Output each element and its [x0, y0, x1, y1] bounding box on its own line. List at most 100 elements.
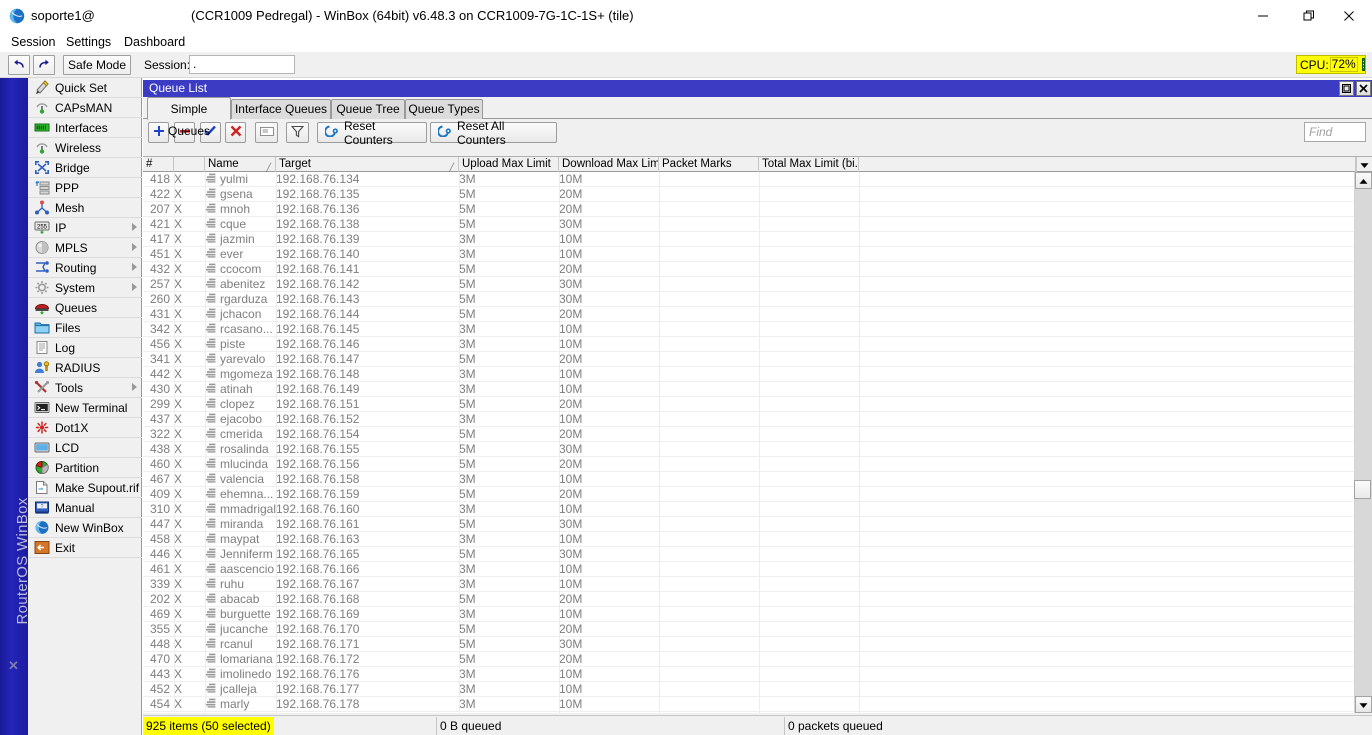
table-row[interactable]: 448Xrcanul192.168.76.1715M30M [143, 637, 1354, 652]
sidebar-item-new-winbox[interactable]: New WinBox [28, 518, 142, 538]
sidebar-item-bridge[interactable]: Bridge [28, 158, 142, 178]
sidebar-item-interfaces[interactable]: Interfaces [28, 118, 142, 138]
sidebar-item-new-terminal[interactable]: New Terminal [28, 398, 142, 418]
table-row[interactable]: 437Xejacobo192.168.76.1523M10M [143, 412, 1354, 427]
table-row[interactable]: 421Xcque192.168.76.1385M30M [143, 217, 1354, 232]
scrollbar-track[interactable] [1355, 189, 1372, 696]
table-row[interactable]: 422Xgsena192.168.76.1355M20M [143, 187, 1354, 202]
table-row[interactable]: 310Xmmadrigal192.168.76.1603M10M [143, 502, 1354, 517]
column-header-target[interactable]: Target╱ [276, 157, 459, 172]
table-row[interactable]: 257Xabenitez192.168.76.1425M30M [143, 277, 1354, 292]
sidebar-item-log[interactable]: Log [28, 338, 142, 358]
column-chooser-button[interactable] [1356, 157, 1372, 172]
column-header-marks[interactable]: Packet Marks [659, 157, 759, 172]
sidebar-item-files[interactable]: Files [28, 318, 142, 338]
table-row[interactable]: 446XJenniferm192.168.76.1655M30M [143, 547, 1354, 562]
table-row[interactable]: 469Xburguette192.168.76.1693M10M [143, 607, 1354, 622]
session-input[interactable]: . [189, 55, 295, 74]
sidebar-item-manual[interactable]: ?Manual [28, 498, 142, 518]
column-header-flag[interactable] [174, 157, 205, 172]
table-row[interactable]: 355Xjucanche192.168.76.1705M20M [143, 622, 1354, 637]
sidebar-item-capsman[interactable]: CAPsMAN [28, 98, 142, 118]
scroll-down-button[interactable] [1355, 696, 1372, 713]
sidebar-item-tools[interactable]: Tools [28, 378, 142, 398]
vertical-scrollbar[interactable] [1354, 172, 1372, 713]
queue-window-close-button[interactable] [1356, 81, 1371, 96]
row-total-max-limit [759, 187, 879, 202]
table-row[interactable]: 431Xjchacon192.168.76.1445M20M [143, 307, 1354, 322]
table-row[interactable]: 299Xclopez192.168.76.1515M20M [143, 397, 1354, 412]
column-header-num[interactable]: # [143, 157, 174, 172]
tab-interface-queues[interactable]: Interface Queues [231, 99, 331, 119]
table-row[interactable]: 339Xruhu192.168.76.1673M10M [143, 577, 1354, 592]
sidebar-item-lcd[interactable]: LCD [28, 438, 142, 458]
sidebar-item-dot1x[interactable]: Dot1X [28, 418, 142, 438]
tab-queue-types[interactable]: Queue Types [405, 99, 483, 119]
scrollbar-thumb[interactable] [1354, 480, 1371, 499]
table-row[interactable]: 417Xjazmin192.168.76.1393M10M [143, 232, 1354, 247]
sidebar-item-mesh[interactable]: Mesh [28, 198, 142, 218]
sidebar-item-exit[interactable]: Exit [28, 538, 142, 558]
table-row[interactable]: 409Xehemna...192.168.76.1595M20M [143, 487, 1354, 502]
disable-button[interactable] [225, 122, 246, 143]
redo-button[interactable] [33, 55, 55, 75]
sidebar-item-routing[interactable]: Routing [28, 258, 142, 278]
sidebar-item-ip[interactable]: 255IP [28, 218, 142, 238]
table-row[interactable]: 202Xabacab192.168.76.1685M20M [143, 592, 1354, 607]
sidebar-item-radius[interactable]: RADIUS [28, 358, 142, 378]
sidebar-item-partition[interactable]: Partition [28, 458, 142, 478]
table-row[interactable]: 430Xatinah192.168.76.1493M10M [143, 382, 1354, 397]
table-row[interactable]: 443Ximolinedo192.168.76.1763M10M [143, 667, 1354, 682]
filter-button[interactable] [286, 122, 309, 143]
table-row[interactable]: 470Xlomariana192.168.76.1725M20M [143, 652, 1354, 667]
sidebar-item-wireless[interactable]: Wireless [28, 138, 142, 158]
sidebar-item-mpls[interactable]: MPLS [28, 238, 142, 258]
reset-counters-button[interactable]: Reset Counters [317, 122, 427, 143]
sidebar-item-system[interactable]: System [28, 278, 142, 298]
column-header-upload[interactable]: Upload Max Limit [459, 157, 559, 172]
column-header-name[interactable]: Name╱ [205, 157, 276, 172]
row-upload-max-limit: 3M [459, 172, 555, 187]
table-row[interactable]: 447Xmiranda192.168.76.1615M30M [143, 517, 1354, 532]
table-row[interactable]: 456Xpiste192.168.76.1463M10M [143, 337, 1354, 352]
rail-collapse-icon[interactable]: ✕ [8, 658, 19, 674]
table-row[interactable]: 467Xvalencia192.168.76.1583M10M [143, 472, 1354, 487]
sidebar-item-make-supout-rif[interactable]: Make Supout.rif [28, 478, 142, 498]
tab-simple-queues[interactable]: Simple Queues [147, 97, 231, 120]
menu-session[interactable]: Session [6, 34, 60, 51]
table-row[interactable]: 207Xmnoh192.168.76.1365M20M [143, 202, 1354, 217]
table-row[interactable]: 260Xrgarduza192.168.76.1435M30M [143, 292, 1354, 307]
minimize-button[interactable] [1240, 0, 1286, 32]
chevron-right-icon [132, 383, 137, 391]
close-button[interactable] [1326, 0, 1372, 32]
comment-button[interactable] [255, 122, 278, 143]
add-button[interactable] [148, 122, 169, 143]
reset-all-counters-button[interactable]: Reset All Counters [430, 122, 557, 143]
table-row[interactable]: 418Xyulmi192.168.76.1343M10M [143, 172, 1354, 187]
table-row[interactable]: 442Xmgomeza192.168.76.1483M10M [143, 367, 1354, 382]
menu-dashboard[interactable]: Dashboard [119, 34, 190, 51]
table-row[interactable]: 461Xaascencio192.168.76.1663M10M [143, 562, 1354, 577]
undo-button[interactable] [8, 55, 30, 75]
table-row[interactable]: 322Xcmerida192.168.76.1545M20M [143, 427, 1354, 442]
tab-queue-tree[interactable]: Queue Tree [331, 99, 405, 119]
column-header-down[interactable]: Download Max Limit [559, 157, 659, 172]
table-row[interactable]: 454Xmarly192.168.76.1783M10M [143, 697, 1354, 712]
sidebar-item-quick-set[interactable]: Quick Set [28, 78, 142, 98]
queue-window-restore-button[interactable] [1339, 81, 1354, 96]
menu-settings[interactable]: Settings [61, 34, 116, 51]
table-row[interactable]: 341Xyarevalo192.168.76.1475M20M [143, 352, 1354, 367]
table-row[interactable]: 451Xever192.168.76.1403M10M [143, 247, 1354, 262]
sidebar-item-queues[interactable]: Queues [28, 298, 142, 318]
table-row[interactable]: 458Xmaypat192.168.76.1633M10M [143, 532, 1354, 547]
find-input[interactable]: Find [1304, 122, 1366, 142]
safe-mode-button[interactable]: Safe Mode [63, 55, 131, 75]
scroll-up-button[interactable] [1355, 172, 1372, 189]
table-row[interactable]: 452Xjcalleja192.168.76.1773M10M [143, 682, 1354, 697]
sidebar-item-ppp[interactable]: PPP [28, 178, 142, 198]
table-row[interactable]: 460Xmlucinda192.168.76.1565M20M [143, 457, 1354, 472]
table-row[interactable]: 432Xccocom192.168.76.1415M20M [143, 262, 1354, 277]
column-header-total[interactable]: Total Max Limit (bi... [759, 157, 859, 172]
table-row[interactable]: 342Xrcasano...192.168.76.1453M10M [143, 322, 1354, 337]
table-row[interactable]: 438Xrosalinda192.168.76.1555M30M [143, 442, 1354, 457]
